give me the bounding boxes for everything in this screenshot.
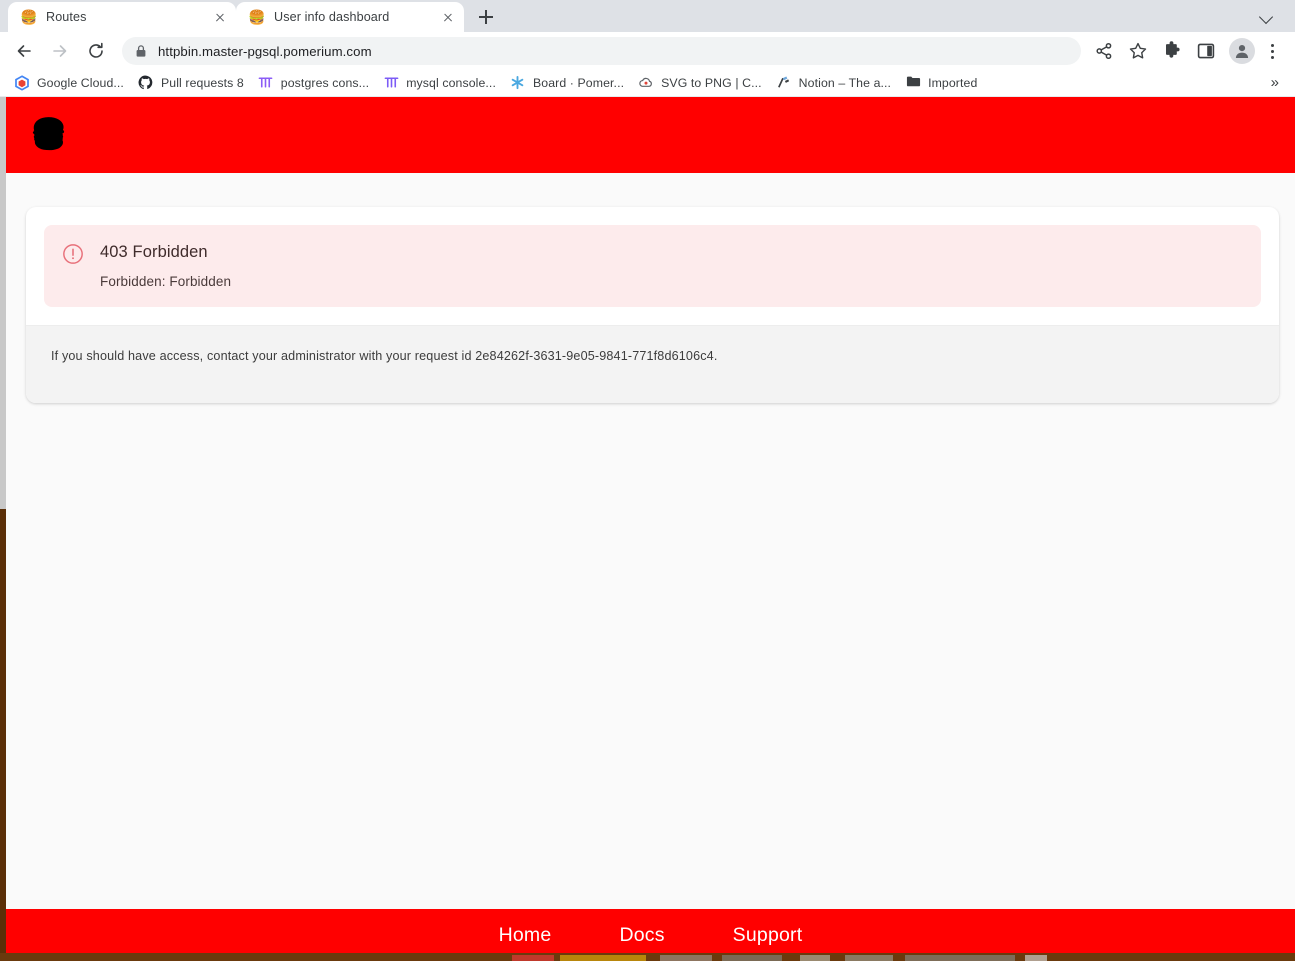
reload-button[interactable] xyxy=(81,36,111,66)
tab-title: User info dashboard xyxy=(274,10,431,24)
bookmarks-bar: Google Cloud... Pull requests 8 postgres… xyxy=(0,70,1295,97)
asterisk-icon xyxy=(510,75,526,91)
address-bar[interactable]: httpbin.master-pgsql.pomerium.com xyxy=(122,37,1081,65)
bookmark-label: Pull requests 8 xyxy=(161,76,244,90)
bookmark-label: Notion – The a... xyxy=(799,76,891,90)
tab-title: Routes xyxy=(46,10,203,24)
background-sliver-segment xyxy=(845,955,893,961)
bookmark-label: postgres cons... xyxy=(281,76,369,90)
mysql-icon xyxy=(383,75,399,91)
request-id-note: If you should have access, contact your … xyxy=(51,349,1255,363)
background-sliver-segment xyxy=(660,955,712,961)
bookmark-label: SVG to PNG | C... xyxy=(661,76,762,90)
profile-avatar[interactable] xyxy=(1229,38,1255,64)
footer-link-support[interactable]: Support xyxy=(733,924,803,947)
bookmark-notion[interactable]: Notion – The a... xyxy=(772,72,899,94)
background-window-edge xyxy=(0,509,6,961)
reload-icon xyxy=(86,41,106,61)
google-cloud-icon xyxy=(14,75,30,91)
burger-favicon-icon: 🍔 xyxy=(248,9,265,26)
back-button[interactable] xyxy=(9,36,39,66)
scrollbar-thumb[interactable] xyxy=(0,97,6,509)
extensions-button[interactable] xyxy=(1158,37,1186,65)
bookmark-label: Imported xyxy=(928,76,977,90)
error-card-footer: If you should have access, contact your … xyxy=(26,325,1279,403)
error-circle-icon xyxy=(62,243,84,265)
background-window-sliver xyxy=(0,953,1295,961)
address-bar-url: httpbin.master-pgsql.pomerium.com xyxy=(158,44,372,59)
share-icon xyxy=(1094,41,1114,61)
bookmark-pull-requests[interactable]: Pull requests 8 xyxy=(134,72,252,94)
side-panel-button[interactable] xyxy=(1192,37,1220,65)
site-header: 🍔 xyxy=(6,97,1295,173)
bookmark-board-pomerium[interactable]: Board · Pomer... xyxy=(506,72,632,94)
chevron-down-icon[interactable] xyxy=(1253,2,1281,30)
burger-logo-icon[interactable]: 🍔 xyxy=(30,120,67,150)
error-card: 403 Forbidden Forbidden: Forbidden If yo… xyxy=(26,207,1279,403)
error-alert: 403 Forbidden Forbidden: Forbidden xyxy=(44,225,1261,307)
footer-link-docs[interactable]: Docs xyxy=(619,924,664,947)
kebab-dot xyxy=(1271,50,1274,53)
bookmark-star-button[interactable] xyxy=(1124,37,1152,65)
folder-icon xyxy=(905,75,921,91)
background-sliver-segment xyxy=(722,955,782,961)
back-icon xyxy=(14,41,34,61)
error-description: Forbidden: Forbidden xyxy=(100,274,231,289)
bookmark-google-cloud[interactable]: Google Cloud... xyxy=(10,72,132,94)
browser-window: 🍔 Routes 🍔 User info dashboard xyxy=(0,0,1295,961)
github-icon xyxy=(138,75,154,91)
tab-user-info-dashboard[interactable]: 🍔 User info dashboard xyxy=(236,2,464,32)
bookmark-imported-folder[interactable]: Imported xyxy=(901,72,985,94)
extensions-puzzle-icon xyxy=(1162,41,1182,61)
tab-close-icon[interactable] xyxy=(439,9,456,26)
cloudconvert-icon xyxy=(638,75,654,91)
bookmark-label: Google Cloud... xyxy=(37,76,124,90)
bookmark-star-icon xyxy=(1128,41,1148,61)
web-page: 🍔 403 Forbidden Forbidden: Forbidden xyxy=(6,97,1295,961)
bookmarks-overflow-button[interactable]: » xyxy=(1263,73,1287,93)
forward-button[interactable] xyxy=(45,36,75,66)
bookmark-mysql-console[interactable]: mysql console... xyxy=(379,72,504,94)
tab-close-icon[interactable] xyxy=(211,9,228,26)
share-button[interactable] xyxy=(1090,37,1118,65)
error-alert-body: 403 Forbidden Forbidden: Forbidden xyxy=(100,241,231,289)
new-tab-button[interactable] xyxy=(472,3,500,31)
background-sliver-segment xyxy=(1025,955,1047,961)
kebab-dot xyxy=(1271,56,1274,59)
lock-icon[interactable] xyxy=(134,44,148,58)
background-sliver-segment xyxy=(905,955,1015,961)
page-content: 403 Forbidden Forbidden: Forbidden If yo… xyxy=(6,173,1295,909)
tab-routes[interactable]: 🍔 Routes xyxy=(8,2,236,32)
side-panel-icon xyxy=(1196,41,1216,61)
burger-favicon-icon: 🍔 xyxy=(20,9,37,26)
background-sliver-segment xyxy=(560,955,646,961)
profile-avatar-icon xyxy=(1233,42,1251,60)
bookmark-label: mysql console... xyxy=(406,76,496,90)
background-sliver-segment xyxy=(512,955,554,961)
browser-toolbar: httpbin.master-pgsql.pomerium.com xyxy=(0,32,1295,70)
postgres-icon xyxy=(258,75,274,91)
page-viewport: 🍔 403 Forbidden Forbidden: Forbidden xyxy=(0,97,1295,961)
error-title: 403 Forbidden xyxy=(100,241,231,263)
bookmark-svg-to-png[interactable]: SVG to PNG | C... xyxy=(634,72,770,94)
bookmark-postgres-console[interactable]: postgres cons... xyxy=(254,72,377,94)
bookmark-label: Board · Pomer... xyxy=(533,76,624,90)
forward-icon xyxy=(50,41,70,61)
kebab-menu-button[interactable] xyxy=(1259,37,1285,65)
kebab-dot xyxy=(1271,44,1274,47)
notion-icon xyxy=(776,75,792,91)
tab-strip: 🍔 Routes 🍔 User info dashboard xyxy=(0,0,1295,32)
background-sliver-segment xyxy=(800,955,830,961)
page-scrollbar[interactable] xyxy=(0,97,6,961)
footer-link-home[interactable]: Home xyxy=(499,924,552,947)
